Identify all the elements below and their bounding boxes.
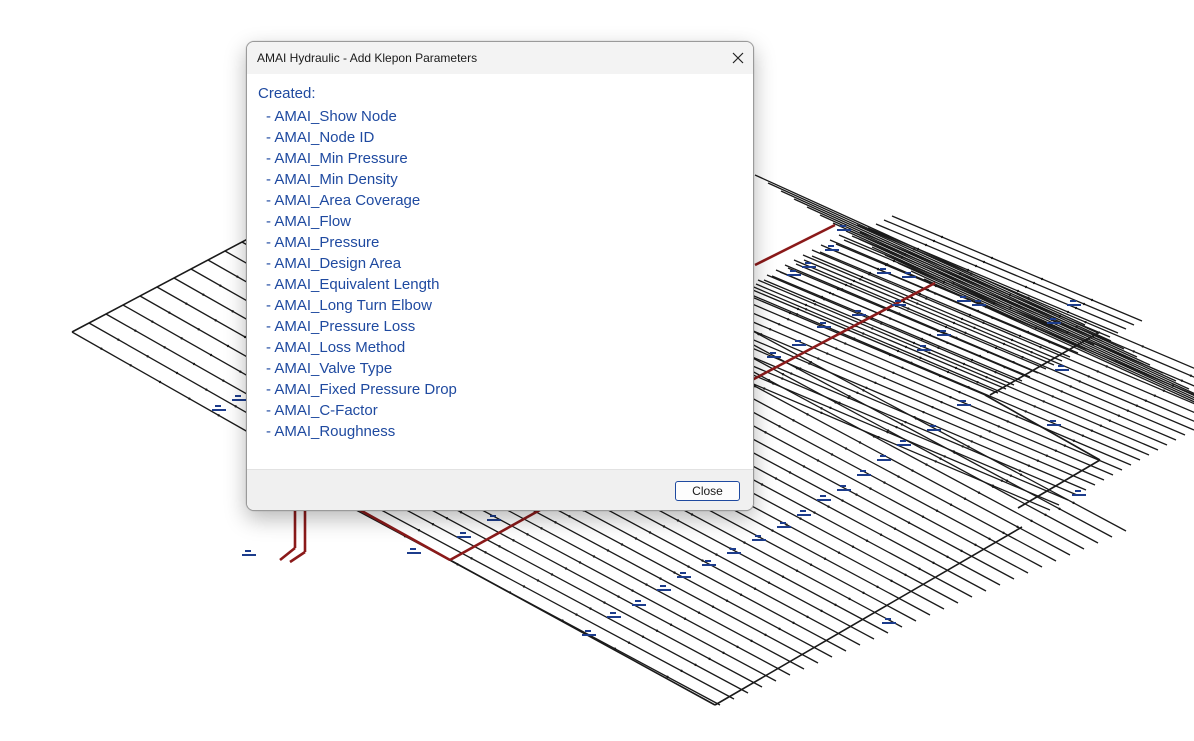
created-parameter-item: - AMAI_Min Pressure	[266, 150, 408, 167]
created-parameter-item: - AMAI_Loss Method	[266, 339, 406, 356]
created-parameter-item: - AMAI_Pressure	[266, 234, 380, 251]
created-parameter-item: - AMAI_Node ID	[266, 129, 375, 146]
created-parameter-item: - AMAI_Design Area	[266, 255, 402, 272]
created-parameter-item: - AMAI_Valve Type	[266, 360, 393, 377]
dialog-footer: Close	[247, 469, 753, 510]
created-parameter-item: - AMAI_Long Turn Elbow	[266, 297, 432, 314]
created-parameter-item: - AMAI_Area Coverage	[266, 192, 421, 209]
created-parameter-item: - AMAI_Show Node	[266, 108, 397, 125]
created-label: Created:	[258, 85, 316, 102]
close-button[interactable]: Close	[675, 481, 740, 501]
add-klepon-parameters-dialog: AMAI Hydraulic - Add Klepon Parameters C…	[246, 41, 754, 511]
created-parameters-list: - AMAI_Show Node - AMAI_Node ID - AMAI_Min…	[266, 106, 457, 442]
dialog-title-bar[interactable]: AMAI Hydraulic - Add Klepon Parameters	[247, 42, 753, 74]
created-parameter-item: - AMAI_C-Factor	[266, 402, 378, 419]
created-parameter-item: - AMAI_Flow	[266, 213, 352, 230]
dialog-message-area: Created: - AMAI_Show Node - AMAI_Node ID -…	[247, 74, 753, 469]
created-parameter-item: - AMAI_Pressure Loss	[266, 318, 416, 335]
dialog-title: AMAI Hydraulic - Add Klepon Parameters	[257, 51, 478, 65]
created-parameter-item: - AMAI_Min Density	[266, 171, 398, 188]
created-parameter-item: - AMAI_Fixed Pressure Drop	[266, 381, 457, 398]
created-parameter-item: - AMAI_Equivalent Length	[266, 276, 440, 293]
created-parameter-item: - AMAI_Roughness	[266, 423, 396, 440]
close-icon[interactable]	[723, 42, 753, 74]
